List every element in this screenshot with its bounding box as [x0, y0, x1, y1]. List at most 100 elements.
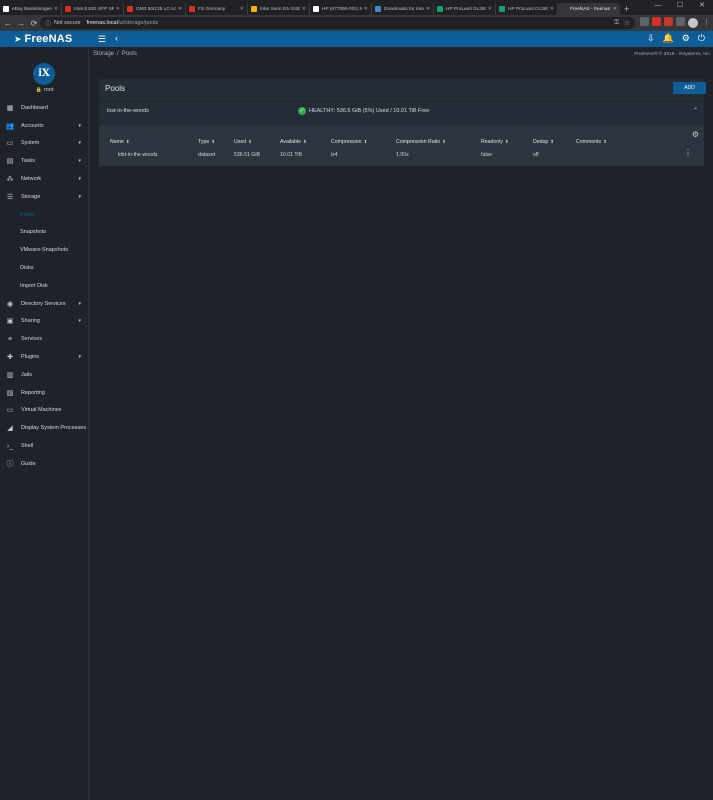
- sidebar-item-jails[interactable]: ▥ Jails: [0, 366, 89, 384]
- sidebar-item-reporting[interactable]: ▨ Reporting: [0, 384, 89, 402]
- column-header[interactable]: Dedup ⬍: [533, 139, 554, 145]
- column-header[interactable]: Compression Ratio ⬍: [396, 139, 446, 145]
- pool-status-text: HEALTHY: 536.5 GiB (5%) Used / 10.01 TiB…: [309, 108, 430, 114]
- sidebar-item-accounts[interactable]: 👥 Accounts ▾: [0, 117, 89, 135]
- freenas-logo: ➤ FreeNAS: [14, 31, 72, 47]
- settings-gear-icon[interactable]: ⚙: [682, 33, 690, 44]
- close-tab-icon[interactable]: ✕: [488, 6, 492, 12]
- column-header[interactable]: Comments ⬍: [576, 139, 607, 145]
- task-manager-icon[interactable]: ⇩: [647, 33, 655, 44]
- tab-favicon-icon: [189, 6, 195, 12]
- sidebar-item-storage[interactable]: ☰ Storage ▾: [0, 188, 89, 206]
- row-actions-icon[interactable]: ⋮: [684, 148, 692, 157]
- breadcrumb-storage[interactable]: Storage: [93, 51, 114, 57]
- extension-icon[interactable]: [652, 17, 661, 26]
- column-header[interactable]: Used ⬍: [234, 139, 252, 145]
- column-header[interactable]: Name ⬍: [110, 139, 130, 145]
- sort-icon[interactable]: ⬍: [126, 139, 130, 144]
- bookmark-star-icon[interactable]: ☆: [624, 19, 630, 27]
- browser-tab[interactable]: Downloads for Intel ✕: [372, 3, 434, 15]
- column-header[interactable]: Compression ⬍: [331, 139, 367, 145]
- sidebar-item-network[interactable]: ⁂ Network ▾: [0, 170, 89, 188]
- sidebar-item-tasks[interactable]: ▤ Tasks ▾: [0, 152, 89, 170]
- freenas-fish-icon: ➤: [14, 33, 22, 44]
- browser-tab[interactable]: FS Germany ✕: [186, 3, 248, 15]
- tab-favicon-icon: [3, 6, 9, 12]
- menu-toggle-icon[interactable]: ☰: [98, 34, 106, 45]
- sidebar-item-snapshots[interactable]: Snapshots: [0, 224, 89, 242]
- notifications-icon[interactable]: 🔔: [663, 33, 674, 44]
- close-window-button[interactable]: ✕: [691, 0, 713, 12]
- minimize-button[interactable]: —: [647, 0, 669, 12]
- sidebar-item-display-system-processes[interactable]: ◢ Display System Processes: [0, 419, 89, 437]
- sort-icon[interactable]: ⬍: [442, 139, 446, 144]
- column-header[interactable]: Type ⬍: [198, 139, 215, 145]
- sidebar-item-plugins[interactable]: ✚ Plugins ▾: [0, 348, 89, 366]
- key-icon[interactable]: ⚿: [614, 20, 619, 27]
- close-tab-icon[interactable]: ✕: [240, 6, 244, 12]
- sort-icon[interactable]: ⬍: [603, 139, 607, 144]
- tab-title: HP (677090-001) M: [322, 6, 362, 12]
- close-tab-icon[interactable]: ✕: [302, 6, 306, 12]
- close-tab-icon[interactable]: ✕: [550, 6, 554, 12]
- close-tab-icon[interactable]: ✕: [178, 6, 182, 12]
- add-pool-button[interactable]: ADD: [673, 82, 706, 94]
- sidebar-item-import-disk[interactable]: Import Disk: [0, 277, 89, 295]
- sidebar-item-guide[interactable]: ⓘ Guide: [0, 455, 89, 473]
- tab-title: Intel E10G SFP SR: [74, 6, 114, 12]
- browser-tab[interactable]: OM3 50/125 LC-LC ✕: [124, 3, 186, 15]
- extension-icon[interactable]: [664, 17, 673, 26]
- sidebar-item-vmware-snapshots[interactable]: VMware-Snapshots: [0, 241, 89, 259]
- pool-settings-gear-icon[interactable]: ⚙: [692, 130, 699, 139]
- sidebar-item-label: Network: [21, 176, 42, 183]
- power-icon[interactable]: ⏻: [698, 33, 705, 44]
- sidebar-item-disks[interactable]: Disks: [0, 259, 89, 277]
- extension-icon[interactable]: [640, 17, 649, 26]
- tab-title: FS Germany: [198, 6, 226, 12]
- breadcrumb-pools: Pools: [121, 51, 137, 57]
- address-bar[interactable]: ⓘ Not secure freenas.local /ui/storage/p…: [40, 17, 635, 29]
- browser-tab[interactable]: HP (677090-001) M ✕: [310, 3, 372, 15]
- sort-icon[interactable]: ⬍: [505, 139, 509, 144]
- sidebar-item-sharing[interactable]: ▣ Sharing ▾: [0, 313, 89, 331]
- sidebar-item-directory-services[interactable]: ◉ Directory Services ▾: [0, 295, 89, 313]
- browser-tab[interactable]: HP ProLiant DL380 ✕: [496, 3, 558, 15]
- profile-avatar[interactable]: [688, 18, 698, 28]
- sort-icon[interactable]: ⬍: [248, 139, 252, 144]
- sidebar-item-services[interactable]: ≡ Services: [0, 330, 89, 348]
- chevron-up-icon[interactable]: ⌃: [693, 107, 698, 114]
- sort-icon[interactable]: ⬍: [550, 139, 554, 144]
- sort-icon[interactable]: ⬍: [364, 139, 368, 144]
- tab-title: Downloads for Intel: [384, 6, 424, 12]
- sidebar-item-pools[interactable]: Pools: [0, 206, 89, 224]
- sidebar-item-system[interactable]: ▭ System ▾: [0, 135, 89, 153]
- sidebar-item-virtual-machines[interactable]: ▭ Virtual Machines: [0, 402, 89, 420]
- browser-tab[interactable]: eBay Bestellungen ✕: [0, 3, 62, 15]
- browser-tab[interactable]: FreeNAS - freenas ✕: [558, 3, 620, 15]
- browser-tab[interactable]: HP ProLiant DL380 ✕: [434, 3, 496, 15]
- sort-icon[interactable]: ⬍: [211, 139, 215, 144]
- pool-header-row[interactable]: lost-in-the-woods ✓ HEALTHY: 536.5 GiB (…: [99, 101, 704, 121]
- maximize-button[interactable]: ☐: [669, 0, 691, 12]
- reload-button[interactable]: ⟳: [29, 19, 39, 28]
- new-tab-button[interactable]: +: [624, 3, 629, 15]
- close-tab-icon[interactable]: ✕: [116, 6, 120, 12]
- sidebar-item-dashboard[interactable]: ▦ Dashboard: [0, 99, 89, 117]
- username: root: [43, 87, 54, 93]
- back-button[interactable]: ←: [3, 19, 13, 28]
- close-tab-icon[interactable]: ✕: [54, 6, 58, 12]
- column-header[interactable]: Available ⬍: [280, 139, 307, 145]
- browser-tab[interactable]: Intel Xeon E5-2430 ✕: [248, 3, 310, 15]
- sidebar-item-shell[interactable]: ›_ Shell: [0, 437, 89, 455]
- collapse-sidebar-icon[interactable]: ‹: [115, 33, 118, 43]
- sort-icon[interactable]: ⬍: [303, 139, 307, 144]
- close-tab-icon[interactable]: ✕: [613, 6, 617, 12]
- close-tab-icon[interactable]: ✕: [426, 6, 430, 12]
- info-icon[interactable]: ⓘ: [45, 19, 51, 28]
- forward-button[interactable]: →: [16, 19, 26, 28]
- browser-menu-icon[interactable]: ⋮: [703, 18, 710, 26]
- browser-tab[interactable]: Intel E10G SFP SR ✕: [62, 3, 124, 15]
- column-header[interactable]: Readonly ⬍: [481, 139, 509, 145]
- extension-icon[interactable]: [676, 17, 685, 26]
- close-tab-icon[interactable]: ✕: [364, 6, 368, 12]
